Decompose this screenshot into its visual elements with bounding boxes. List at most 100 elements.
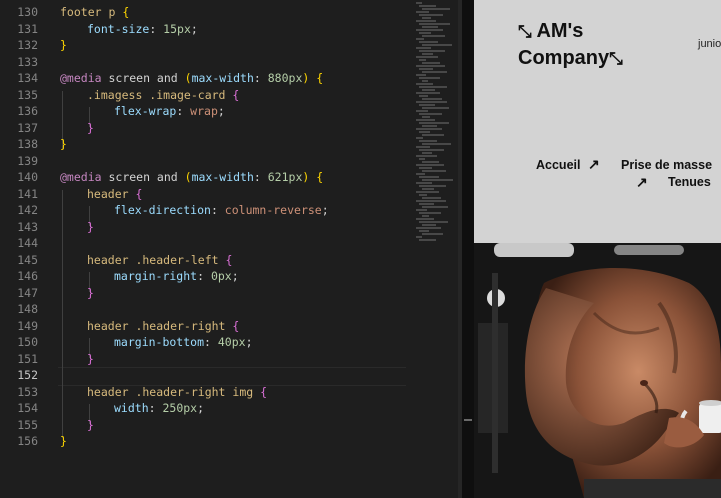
minimap-line: [419, 167, 432, 169]
code-token: margin-right: [114, 269, 198, 283]
code-line[interactable]: font-size: 15px;: [87, 21, 198, 38]
minimap-line: [416, 227, 441, 229]
code-token: max-width: [191, 170, 254, 184]
line-number: 150: [17, 335, 38, 349]
code-line[interactable]: }: [60, 136, 67, 153]
minimap-line: [419, 122, 449, 124]
code-token: {: [316, 71, 324, 85]
minimap-line: [416, 56, 438, 58]
code-token: :: [253, 170, 268, 184]
minimap-line: [419, 68, 433, 70]
code-token: {: [232, 318, 240, 333]
code-token: header .header-right: [87, 318, 226, 333]
code-line[interactable]: margin-right: 0px;: [114, 268, 239, 285]
minimap-line: [422, 62, 440, 64]
code-token: ;: [197, 401, 205, 415]
minimap-line: [416, 209, 427, 211]
minimap-line: [416, 164, 444, 166]
code-token: footer p: [60, 5, 116, 19]
hero-image: [474, 243, 721, 498]
line-number: 148: [17, 302, 38, 316]
minimap-line: [416, 218, 434, 220]
line-number: 156: [17, 434, 38, 448]
minimap-line: [419, 140, 437, 142]
code-token: screen and: [101, 71, 185, 85]
line-number: 142: [17, 203, 38, 217]
code-line[interactable]: margin-bottom: 40px;: [114, 334, 253, 351]
minimap-line: [422, 44, 452, 46]
minimap[interactable]: [414, 0, 458, 260]
code-line[interactable]: }: [87, 120, 94, 137]
minimap-line: [419, 41, 438, 43]
browser-preview: ⤡ AM's Company⤡ junio Accueil ↗ Prise de…: [474, 0, 721, 498]
minimap-line: [422, 125, 437, 127]
code-line[interactable]: header .header-right img {: [87, 384, 267, 401]
nav-link-prise-de-masse[interactable]: Prise de masse: [621, 158, 712, 172]
logo-line2: Company: [518, 47, 610, 69]
minimap-line: [416, 191, 439, 193]
code-line[interactable]: footer p {: [60, 4, 129, 21]
code-token: ;: [321, 203, 329, 217]
code-line[interactable]: header .header-right {: [87, 318, 239, 335]
minimap-line: [422, 17, 431, 19]
code-token: wrap: [190, 104, 218, 118]
line-number: 155: [17, 417, 38, 432]
minimap-line: [416, 128, 442, 130]
line-number: 144: [17, 236, 38, 250]
line-number: 132: [17, 38, 38, 52]
code-token: :: [210, 203, 225, 217]
code-line[interactable]: @media screen and (max-width: 880px) {: [60, 70, 323, 87]
code-line[interactable]: header {: [87, 186, 142, 203]
code-token: font-size: [87, 21, 150, 36]
minimap-line: [416, 200, 446, 202]
minimap-line: [419, 239, 436, 241]
minimap-line: [422, 206, 448, 208]
minimap-line: [419, 23, 450, 25]
code-token: }: [60, 38, 67, 52]
code-line[interactable]: .imagess .image-card {: [87, 87, 239, 104]
site-logo[interactable]: ⤡ AM's Company⤡: [518, 18, 623, 72]
minimap-line: [416, 65, 445, 67]
code-line[interactable]: }: [87, 417, 94, 434]
code-token: 880px: [267, 71, 303, 85]
minimap-line: [422, 224, 436, 226]
code-token: {: [135, 186, 143, 201]
pane-divider-handle[interactable]: [464, 419, 472, 421]
minimap-line: [422, 143, 451, 145]
minimap-line: [416, 110, 428, 112]
minimap-line: [422, 161, 439, 163]
code-editor[interactable]: 130 131 132 133 134 135 136 137 138 139 140 141 142 1…: [0, 0, 462, 498]
minimap-line: [419, 131, 430, 133]
pane-divider[interactable]: [462, 0, 474, 498]
code-line[interactable]: header .header-left {: [87, 252, 232, 269]
code-token: ;: [245, 335, 253, 349]
code-token: max-width: [191, 71, 254, 85]
code-line[interactable]: }: [87, 285, 94, 302]
code-line[interactable]: }: [60, 433, 67, 450]
code-token: 15px: [163, 21, 191, 36]
line-number-gutter: 130 131 132 133 134 135 136 137 138 139 140 141 142 1…: [0, 0, 44, 498]
code-line[interactable]: }: [87, 351, 94, 368]
code-token: flex-wrap: [114, 104, 177, 118]
code-token: }: [60, 137, 67, 151]
minimap-line: [419, 221, 448, 223]
minimap-line: [416, 74, 426, 76]
line-number: 133: [17, 54, 38, 69]
minimap-line: [419, 158, 425, 160]
nav-link-accueil[interactable]: Accueil: [536, 158, 580, 172]
minimap-line: [416, 101, 447, 103]
minimap-line: [422, 35, 445, 37]
minimap-line: [422, 71, 447, 73]
code-line[interactable]: @media screen and (max-width: 621px) {: [60, 169, 323, 186]
minimap-line: [416, 155, 437, 157]
code-line[interactable]: }: [87, 219, 94, 236]
code-token: :: [197, 269, 211, 283]
code-line[interactable]: flex-wrap: wrap;: [114, 103, 225, 120]
minimap-line: [416, 83, 433, 85]
code-line[interactable]: flex-direction: column-reverse;: [114, 202, 329, 219]
code-token: ;: [231, 269, 239, 283]
code-line[interactable]: width: 250px;: [114, 400, 204, 417]
code-line[interactable]: }: [60, 37, 67, 54]
nav-link-tenues[interactable]: Tenues: [668, 175, 711, 189]
line-number: 154: [17, 401, 38, 415]
